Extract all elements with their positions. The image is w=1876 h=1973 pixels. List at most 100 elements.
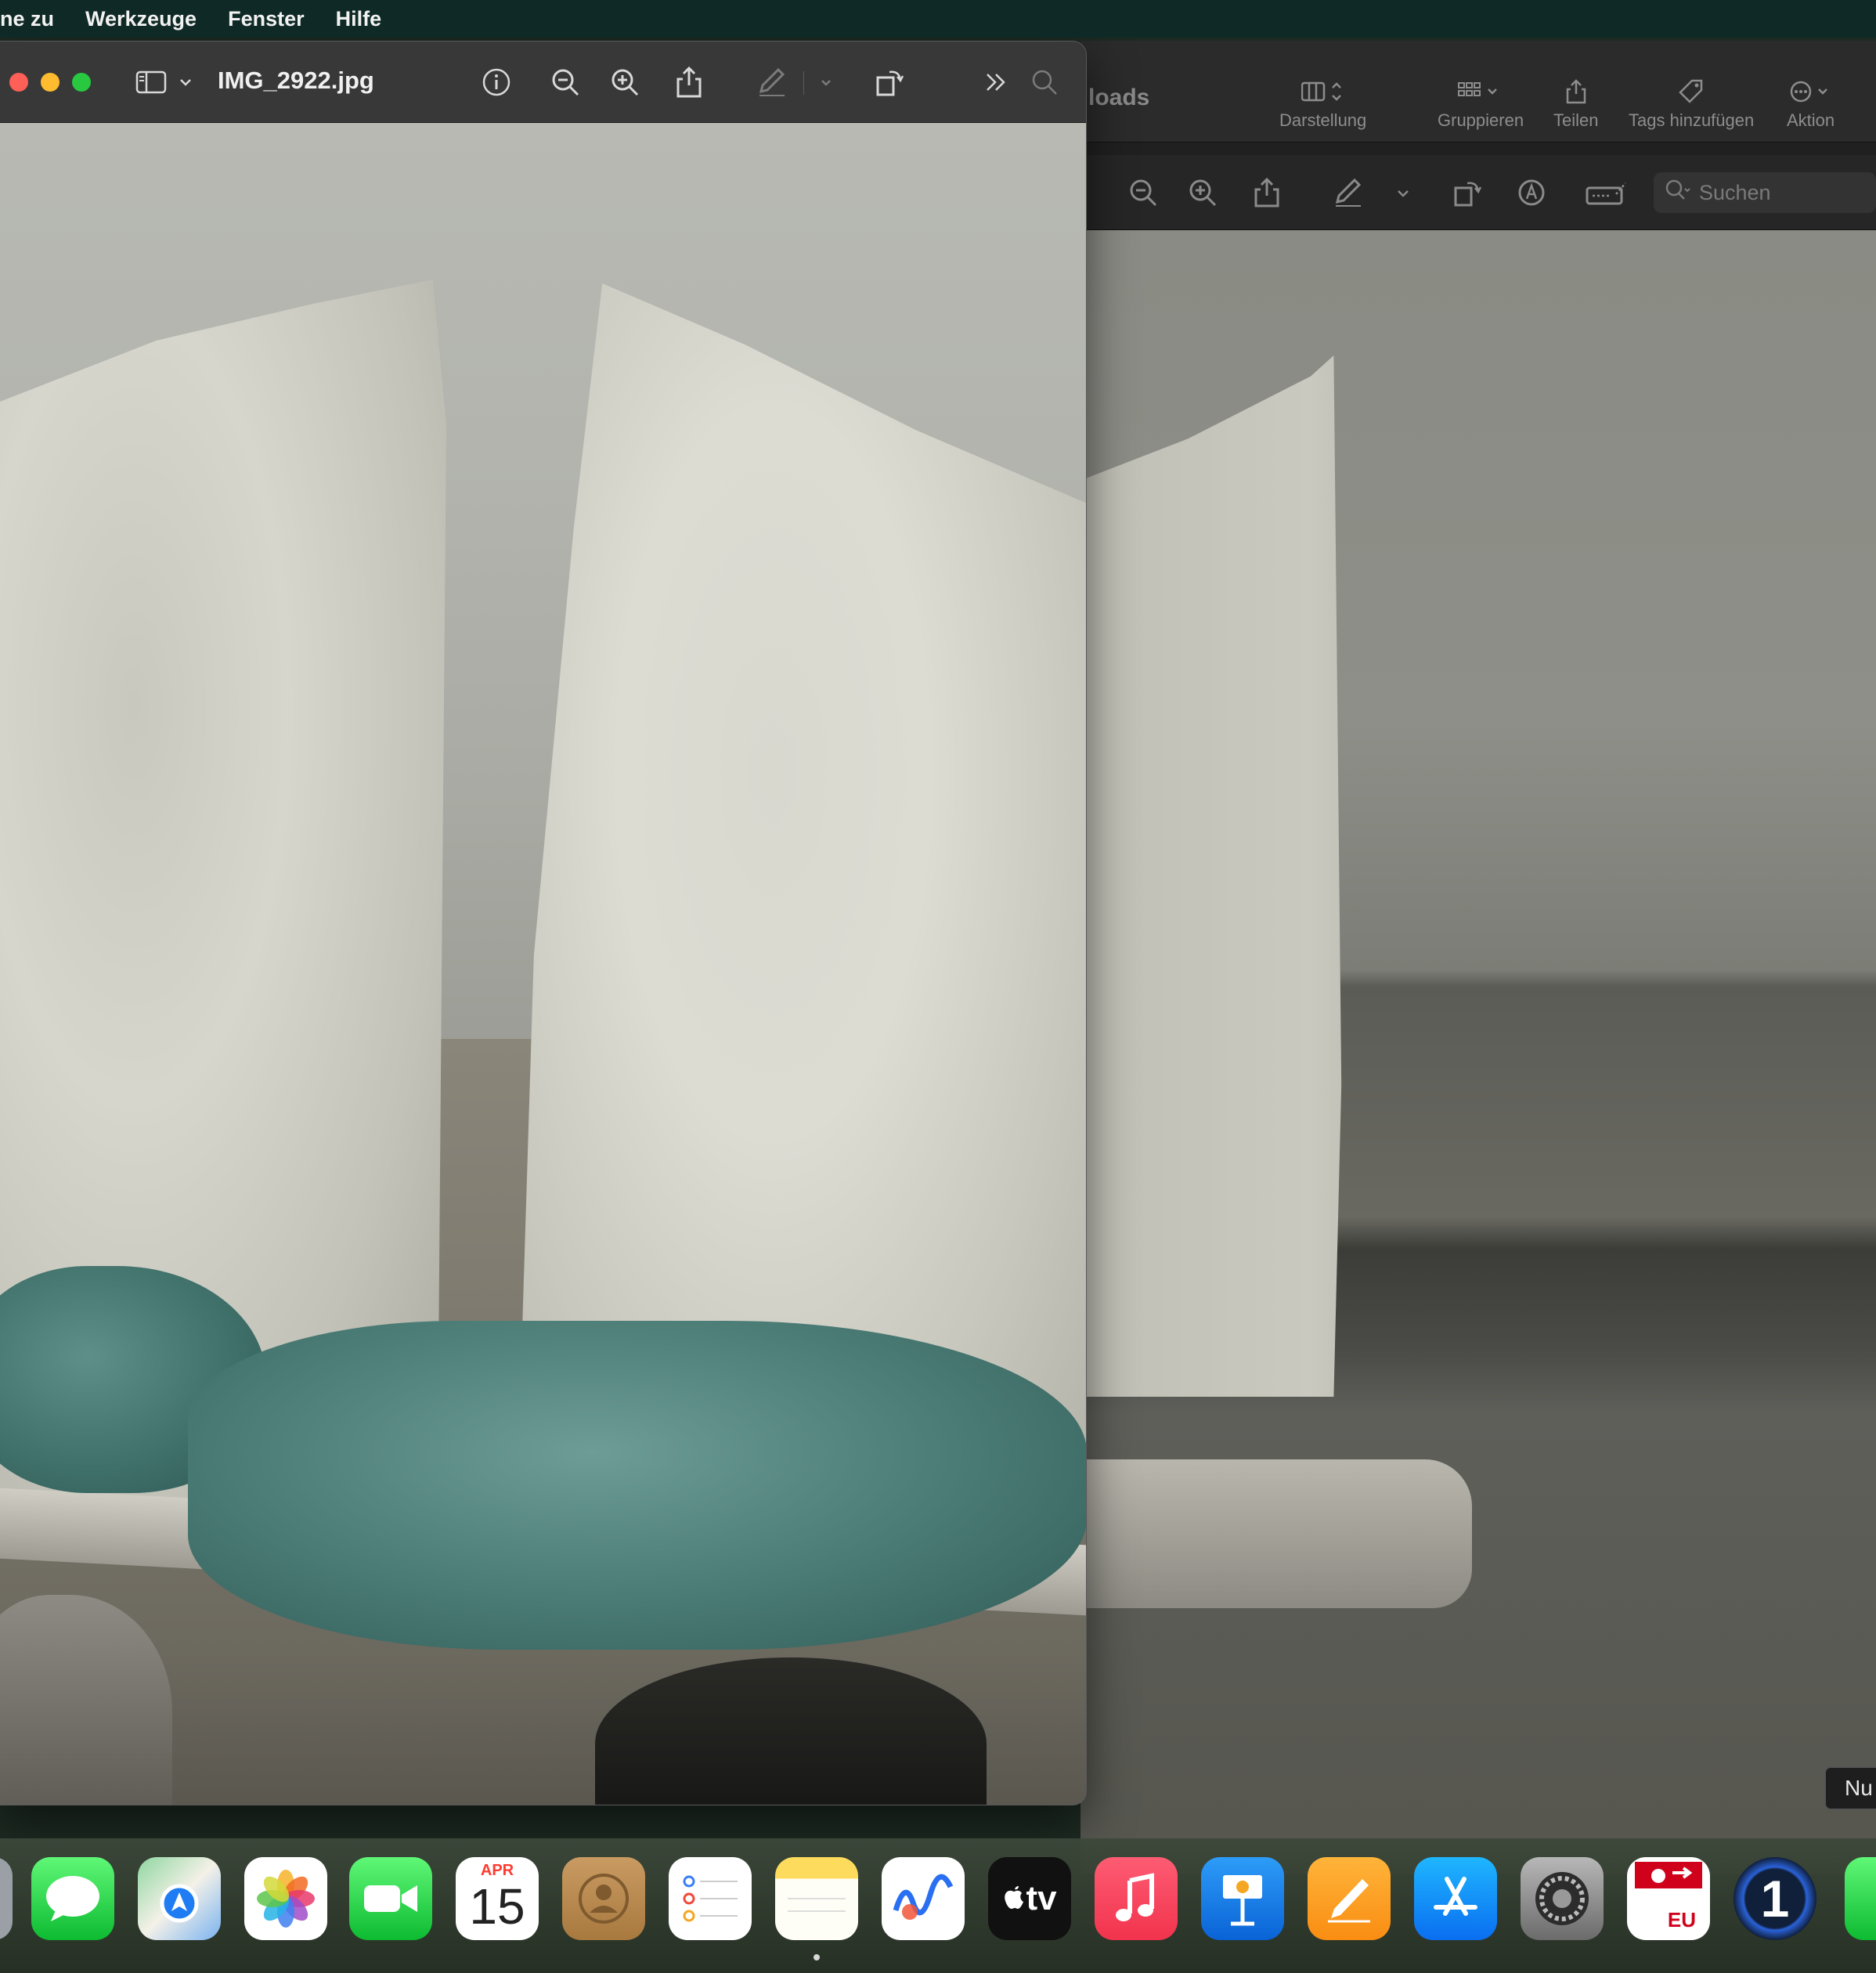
status-pill[interactable]: Nu [1824, 1766, 1876, 1810]
gruppieren-label: Gruppieren [1438, 110, 1524, 130]
search-field[interactable]: Suchen [1654, 172, 1876, 213]
sidebar-menu-chevron[interactable] [175, 65, 196, 99]
menu-bar: ne zu Werkzeuge Fenster Hilfe [0, 0, 1876, 38]
finder-window-title: loads [1088, 85, 1150, 110]
darstellung-button[interactable]: Darstellung [1279, 76, 1366, 131]
gear-icon [1535, 1872, 1589, 1925]
sidebar-icon [135, 70, 167, 94]
dock-app-contacts[interactable] [562, 1857, 645, 1940]
finder-toolbar: loads Darstellung Gruppieren Teilen Tags… [1081, 41, 1876, 142]
dock-app-partial-right[interactable] [1845, 1857, 1876, 1940]
dock: APR 15 tv EU 1 [0, 1838, 1876, 1973]
video-camera-icon [364, 1885, 417, 1912]
eu-app-symbol-icon [1635, 1862, 1702, 1888]
search-button[interactable] [1027, 65, 1062, 99]
info-button[interactable] [479, 65, 514, 99]
info-icon [482, 68, 510, 96]
more-chevrons-icon [987, 74, 1005, 91]
dock-app-messages[interactable] [31, 1857, 114, 1940]
rotate-icon [876, 70, 904, 96]
onepassword-label: 1 [1760, 1870, 1790, 1928]
dock-app-reminders[interactable] [669, 1857, 752, 1940]
window-title: IMG_2922.jpg [218, 67, 374, 94]
share-icon[interactable] [1251, 177, 1283, 208]
zoom-out-button[interactable] [548, 65, 583, 99]
tags-button[interactable]: Tags hinzufügen [1629, 76, 1754, 131]
action-ellipsis-icon [1789, 76, 1833, 107]
zoom-out-icon[interactable] [1127, 177, 1159, 208]
dock-app-pages[interactable] [1308, 1857, 1391, 1940]
dock-app-keynote[interactable] [1201, 1857, 1284, 1940]
dock-app-1password[interactable]: 1 [1733, 1857, 1816, 1940]
menu-item-werkzeuge[interactable]: Werkzeuge [70, 7, 212, 31]
background-preview-toolbar: Suchen [1081, 155, 1876, 230]
dock-app-maps[interactable] [138, 1857, 221, 1940]
rotate-icon[interactable] [1452, 177, 1483, 208]
background-image-preview [1081, 230, 1876, 1874]
dock-app-calendar[interactable]: APR 15 [456, 1857, 539, 1940]
keynote-podium-icon [1223, 1875, 1262, 1926]
columns-view-icon [1301, 76, 1345, 107]
share-button[interactable] [672, 65, 706, 99]
menu-item-fenster[interactable]: Fenster [212, 7, 320, 31]
gruppieren-button[interactable]: Gruppieren [1438, 76, 1524, 131]
dock-app-app-store[interactable] [1414, 1857, 1497, 1940]
minimize-button[interactable] [41, 73, 60, 92]
group-grid-icon [1457, 76, 1504, 107]
menu-item-hilfe[interactable]: Hilfe [320, 7, 398, 31]
pages-pen-icon [1328, 1879, 1370, 1923]
rotate-button[interactable] [872, 65, 907, 99]
search-placeholder: Suchen [1699, 180, 1771, 204]
fullscreen-button[interactable] [72, 73, 91, 92]
share-icon [1564, 76, 1588, 107]
dock-app-system-settings[interactable] [1521, 1857, 1604, 1940]
music-note-icon [1116, 1873, 1154, 1921]
eu-label: EU [1667, 1908, 1696, 1932]
markup-menu-chevron[interactable] [814, 65, 838, 99]
dock-app-eu[interactable]: EU [1627, 1857, 1710, 1940]
dock-running-indicator [814, 1954, 820, 1960]
zoom-in-button[interactable] [608, 65, 642, 99]
map-arrow-icon [160, 1884, 199, 1923]
search-icon [1665, 179, 1691, 207]
preview-window[interactable]: IMG_2922.jpg [0, 41, 1087, 1805]
background-window[interactable]: loads Darstellung Gruppieren Teilen Tags… [1081, 41, 1876, 1874]
markup-circle-icon[interactable] [1516, 177, 1547, 208]
dock-app-partial[interactable] [0, 1857, 13, 1940]
dock-app-music[interactable] [1095, 1857, 1178, 1940]
toolbar-separator [803, 71, 804, 95]
contact-person-icon [579, 1874, 629, 1924]
preview-titlebar: IMG_2922.jpg [0, 41, 1086, 123]
tags-label: Tags hinzufügen [1629, 110, 1755, 130]
markup-pen-icon [759, 67, 785, 96]
close-button[interactable] [9, 73, 28, 92]
dock-app-photos[interactable] [244, 1857, 327, 1940]
more-toolbar-items-button[interactable] [979, 65, 1013, 99]
image-canvas[interactable] [0, 123, 1086, 1805]
sidebar-toggle-button[interactable] [133, 65, 169, 99]
dock-app-freeform[interactable] [882, 1857, 965, 1940]
markup-button[interactable] [755, 65, 789, 99]
aktion-label: Aktion [1787, 110, 1835, 130]
app-store-a-icon [1434, 1877, 1477, 1916]
chevron-down-icon[interactable] [1387, 177, 1419, 208]
tag-icon [1678, 76, 1705, 107]
teilen-button[interactable]: Teilen [1553, 76, 1598, 131]
menu-item-app-fragment[interactable]: ne zu [0, 7, 70, 31]
photos-flower-icon [257, 1870, 315, 1928]
dock-app-notes[interactable] [775, 1857, 858, 1940]
tv-label: tv [1026, 1879, 1057, 1917]
message-bubble-icon [46, 1876, 99, 1921]
dock-app-facetime[interactable] [349, 1857, 432, 1940]
dock-app-apple-tv[interactable]: tv [988, 1857, 1071, 1940]
status-pill-text: Nu [1845, 1776, 1873, 1800]
aktion-button[interactable]: Aktion [1787, 76, 1835, 131]
signature-icon[interactable] [1585, 177, 1629, 208]
zoom-in-icon[interactable] [1187, 177, 1218, 208]
apple-logo-icon [1005, 1886, 1024, 1909]
image-region-seat [1081, 1459, 1472, 1608]
teilen-label: Teilen [1553, 110, 1599, 130]
reminders-list-icon [683, 1875, 738, 1922]
markup-pen-icon[interactable] [1333, 177, 1364, 208]
zoom-in-icon [612, 69, 639, 96]
